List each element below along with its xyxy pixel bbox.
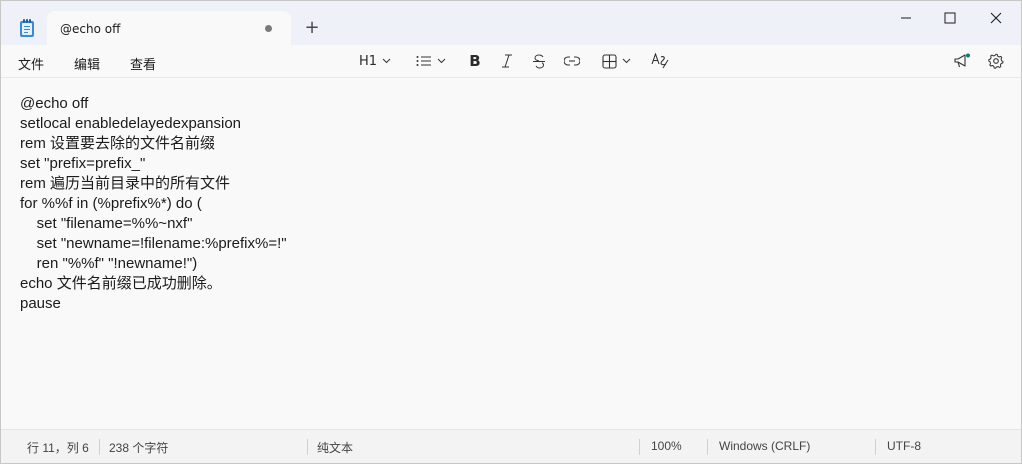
italic-icon [502,54,512,68]
link-button[interactable] [561,51,583,71]
editor-line: pause [20,295,61,312]
menu-view[interactable]: 查看 [130,54,156,73]
text-editor[interactable]: @echo off setlocal enabledelayedexpansio… [1,79,1021,429]
editor-line: rem 设置要去除的文件名前缀 [20,135,216,152]
new-tab-button[interactable]: + [303,19,321,37]
spellcheck-icon [651,53,669,69]
minimize-icon [901,17,911,19]
notepad-window: @echo off + 文件 编辑 查看 H1 B @echo off setl… [0,0,1022,464]
editor-line: set "prefix=prefix_" [20,155,146,172]
status-divider [875,439,876,455]
table-dropdown[interactable] [596,51,636,71]
minimize-button[interactable] [883,1,929,35]
cursor-position: 行 11，列 6 [27,441,89,455]
table-icon [601,53,617,69]
whats-new-button[interactable] [951,51,973,71]
chevron-down-icon [382,58,391,64]
toolbar: 文件 编辑 查看 H1 B [1,45,1021,78]
editor-line: set "filename=%%~nxf" [20,215,193,232]
megaphone-icon [954,53,970,68]
editor-line: ren "%%f" "!newname!") [20,255,198,272]
editor-line: @echo off [20,95,89,112]
editor-line: set "newname=!filename:%prefix%=!" [20,235,287,252]
tab-title: @echo off [60,22,121,36]
format-selector[interactable]: 纯文本 [317,439,353,456]
status-divider [707,439,708,455]
editor-line: setlocal enabledelayedexpansion [20,115,242,132]
character-count: 238 个字符 [109,441,169,455]
list-dropdown[interactable] [411,51,451,71]
heading-dropdown[interactable]: H1 [355,51,395,71]
settings-button[interactable] [985,51,1007,71]
heading-label: H1 [358,53,378,69]
status-divider [307,439,308,455]
bold-button[interactable]: B [465,51,485,71]
italic-button[interactable] [497,51,517,71]
strikethrough-icon [533,53,545,69]
chevron-down-icon [437,58,446,64]
title-bar: @echo off + [1,1,1021,45]
gear-icon [988,53,1004,69]
status-divider [639,439,640,455]
encoding-selector[interactable]: UTF-8 [887,439,921,453]
editor-line: for %%f in (%prefix%*) do ( [20,195,202,212]
status-divider [99,439,100,455]
menu-file[interactable]: 文件 [18,54,44,73]
line-ending-selector[interactable]: Windows (CRLF) [719,439,810,453]
close-button[interactable] [973,1,1019,35]
strikethrough-button[interactable] [529,51,549,71]
status-bar: 行 11，列 6 238 个字符 纯文本 100% Windows (CRLF)… [1,429,1021,463]
maximize-icon [944,12,956,24]
unsaved-dot-icon[interactable] [265,25,272,32]
maximize-button[interactable] [927,1,973,35]
editor-content: @echo off setlocal enabledelayedexpansio… [20,94,287,314]
chevron-down-icon [622,58,630,64]
notepad-icon [19,18,35,38]
link-icon [564,56,580,66]
editor-line: rem 遍历当前目录中的所有文件 [20,175,231,192]
menu-edit[interactable]: 编辑 [74,54,100,73]
editor-line: echo 文件名前缀已成功删除。 [20,275,222,292]
tab-active-document[interactable]: @echo off [47,11,291,45]
close-icon [990,12,1002,24]
spellcheck-button[interactable] [649,51,671,71]
zoom-level[interactable]: 100% [651,439,682,453]
bullet-list-icon [416,56,431,66]
